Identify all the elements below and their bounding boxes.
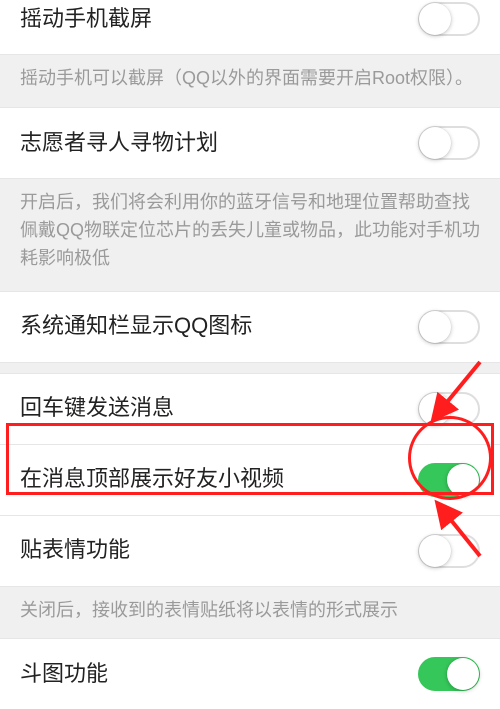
toggle-friend-short-video[interactable] [418,463,480,497]
setting-title: 志愿者寻人寻物计划 [20,129,418,158]
setting-title: 在消息顶部展示好友小视频 [20,465,418,494]
setting-title: 系统通知栏显示QQ图标 [20,312,418,341]
toggle-sticker-feature[interactable] [418,534,480,568]
setting-title: 贴表情功能 [20,536,418,565]
setting-row-friend-short-video[interactable]: 在消息顶部展示好友小视频 [0,445,500,516]
toggle-show-qq-icon[interactable] [418,310,480,344]
setting-row-enter-send[interactable]: 回车键发送消息 [0,373,500,445]
setting-row-volunteer-plan[interactable]: 志愿者寻人寻物计划 [0,107,500,179]
toggle-enter-send[interactable] [418,392,480,426]
setting-title: 斗图功能 [20,660,418,689]
setting-title: 摇动手机截屏 [20,5,418,34]
setting-desc: 开启后，我们将会利用你的蓝牙信号和地理位置帮助查找佩戴QQ物联定位芯片的丢失儿童… [0,179,500,291]
setting-row-doutu[interactable]: 斗图功能 [0,638,500,709]
toggle-volunteer-plan[interactable] [418,126,480,160]
settings-list: 摇动手机截屏 摇动手机可以截屏（QQ以外的界面需要开启Root权限）。 志愿者寻… [0,0,500,709]
setting-row-show-qq-icon[interactable]: 系统通知栏显示QQ图标 [0,291,500,363]
toggle-doutu[interactable] [418,657,480,691]
toggle-shake-screenshot[interactable] [418,2,480,36]
setting-row-shake-screenshot[interactable]: 摇动手机截屏 [0,0,500,55]
setting-title: 回车键发送消息 [20,394,418,423]
setting-desc: 关闭后，接收到的表情贴纸将以表情的形式展示 [0,587,500,639]
setting-desc: 摇动手机可以截屏（QQ以外的界面需要开启Root权限）。 [0,55,500,107]
setting-row-sticker-feature[interactable]: 贴表情功能 [0,516,500,587]
